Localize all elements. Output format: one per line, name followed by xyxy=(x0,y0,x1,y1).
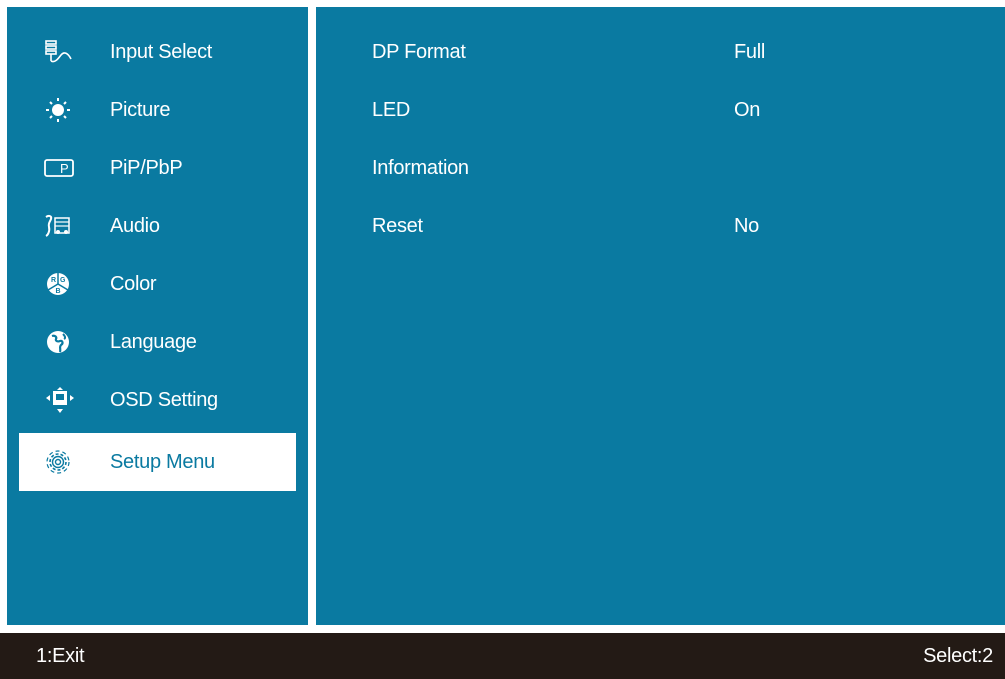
setting-row-led[interactable]: LED On xyxy=(372,99,992,129)
setting-row-reset[interactable]: Reset No xyxy=(372,215,992,245)
sidebar-item-label: Language xyxy=(110,330,197,353)
settings-panel: DP Format Full LED On Information Reset … xyxy=(316,7,1005,625)
osd-setting-icon xyxy=(43,386,87,414)
setting-name: Reset xyxy=(372,215,423,237)
input-select-icon xyxy=(43,39,87,65)
sidebar-item-pip-pbp[interactable]: P PiP/PbP xyxy=(19,139,296,197)
sidebar-item-color[interactable]: R G B Color xyxy=(19,255,296,313)
svg-text:R: R xyxy=(51,277,56,284)
sidebar-menu: Input Select Picture P PiP/PbP Audio R G… xyxy=(7,7,308,625)
setting-value: Full xyxy=(734,41,766,63)
sidebar-item-input-select[interactable]: Input Select xyxy=(19,23,296,81)
svg-text:P: P xyxy=(60,161,69,176)
select-hint[interactable]: Select:2 xyxy=(923,645,993,668)
exit-hint[interactable]: 1:Exit xyxy=(36,645,85,668)
sidebar-item-label: Audio xyxy=(110,214,160,237)
sidebar-item-osd-setting[interactable]: OSD Setting xyxy=(19,371,296,429)
setting-row-information[interactable]: Information xyxy=(372,157,992,187)
pip-icon: P xyxy=(43,157,87,179)
svg-text:G: G xyxy=(60,277,66,284)
sidebar-item-label: Setup Menu xyxy=(110,450,215,473)
globe-icon xyxy=(43,328,87,356)
setting-value: No xyxy=(734,215,759,237)
setting-name: DP Format xyxy=(372,41,466,63)
audio-icon xyxy=(43,213,87,239)
sidebar-item-picture[interactable]: Picture xyxy=(19,81,296,139)
sidebar-item-label: OSD Setting xyxy=(110,388,218,411)
setting-value: On xyxy=(734,99,761,121)
sidebar-item-audio[interactable]: Audio xyxy=(19,197,296,255)
sidebar-item-setup-menu[interactable]: Setup Menu xyxy=(19,433,296,491)
sidebar-item-label: PiP/PbP xyxy=(110,156,183,179)
osd-window: Input Select Picture P PiP/PbP Audio R G… xyxy=(0,0,1005,679)
gear-icon xyxy=(43,448,87,476)
footer-bar: 1:Exit Select:2 xyxy=(0,633,1005,679)
svg-text:B: B xyxy=(56,288,61,295)
rgb-color-icon: R G B xyxy=(43,270,87,298)
sidebar-item-label: Input Select xyxy=(110,40,213,63)
sidebar-item-label: Picture xyxy=(110,98,171,121)
setting-name: LED xyxy=(372,99,411,121)
sidebar-item-label: Color xyxy=(110,272,157,295)
sidebar-item-language[interactable]: Language xyxy=(19,313,296,371)
setting-row-dp-format[interactable]: DP Format Full xyxy=(372,41,992,71)
brightness-icon xyxy=(43,96,87,124)
setting-name: Information xyxy=(372,157,469,179)
